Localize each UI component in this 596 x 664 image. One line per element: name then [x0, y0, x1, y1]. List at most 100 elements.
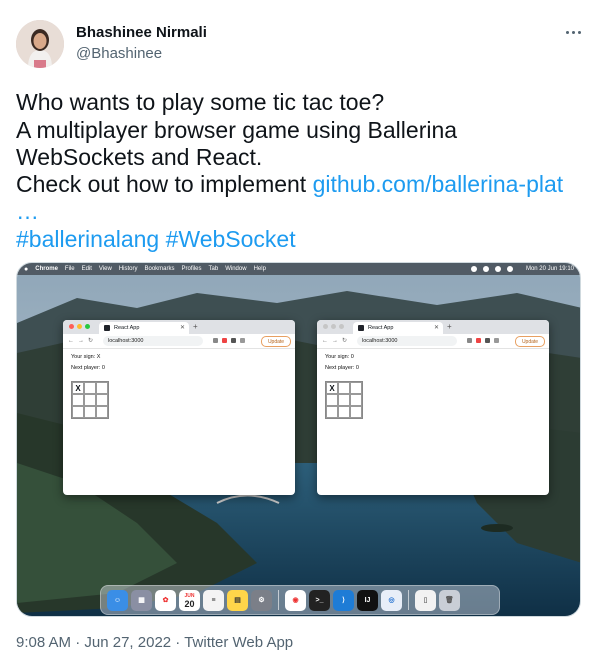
browser-window-1[interactable]: React App ✕ + ←→↻ localhost:3000 Update … [63, 320, 295, 495]
nav-buttons[interactable]: ←→↻ [68, 337, 97, 344]
tweet-line-4: Check out how to implement github.com/ba… [16, 170, 563, 198]
board-cell[interactable]: X [326, 382, 338, 394]
board-cell[interactable] [72, 394, 84, 406]
extensions[interactable] [213, 338, 245, 343]
hashtags: #ballerinalang #WebSocket [16, 225, 296, 253]
tab-react-app[interactable]: React App ✕ [99, 322, 189, 334]
finder-icon[interactable]: ☺ [107, 589, 128, 611]
board-cell[interactable] [326, 406, 338, 418]
menu-history[interactable]: History [119, 266, 138, 272]
photos-icon[interactable]: ✿ [155, 589, 176, 611]
tweet-media[interactable]: ● Chrome File Edit View History Bookmark… [16, 262, 581, 617]
reminders-icon[interactable]: ≡ [203, 589, 224, 611]
browser-window-2[interactable]: React App ✕ + ←→↻ localhost:3000 Update … [317, 320, 549, 495]
board-cell[interactable] [350, 406, 362, 418]
address-bar[interactable]: localhost:3000 [357, 336, 457, 346]
notes-icon[interactable]: ▤ [227, 589, 248, 611]
browser-toolbar: ←→↻ localhost:3000 Update [63, 334, 295, 349]
handle[interactable]: @Bhashinee [76, 45, 162, 62]
wifi-icon[interactable] [494, 266, 501, 272]
tweet-source[interactable]: Twitter Web App [184, 634, 293, 651]
board-cell[interactable] [96, 406, 108, 418]
address-bar[interactable]: localhost:3000 [103, 336, 203, 346]
dock-divider [408, 590, 409, 610]
board-cell[interactable] [96, 394, 108, 406]
update-button[interactable]: Update [515, 336, 545, 347]
board-cell[interactable] [96, 382, 108, 394]
tab-title: React App [368, 325, 394, 331]
menu-view[interactable]: View [99, 266, 112, 272]
board-cell[interactable]: X [72, 382, 84, 394]
hashtag-websocket[interactable]: #WebSocket [166, 226, 296, 252]
tab-react-app[interactable]: React App ✕ [353, 322, 443, 334]
vscode-icon[interactable]: ⟩ [333, 589, 354, 611]
display-name[interactable]: Bhashinee Nirmali [76, 24, 207, 41]
board-cell[interactable] [350, 382, 362, 394]
tic-tac-toe-board: X [325, 381, 363, 419]
close-tab-icon[interactable]: ✕ [434, 324, 439, 331]
board-cell[interactable] [338, 382, 350, 394]
menu-help[interactable]: Help [254, 266, 266, 272]
tab-bar: React App ✕ + [63, 320, 295, 334]
board-cell[interactable] [338, 406, 350, 418]
menu-chrome[interactable]: Chrome [35, 266, 58, 272]
tic-tac-toe-board: X [71, 381, 109, 419]
footer-separator: · [171, 634, 185, 651]
github-link[interactable]: github.com/ballerina-plat [313, 171, 564, 197]
new-tab-icon[interactable]: + [447, 322, 452, 331]
calendar-icon[interactable]: JUN 20 [179, 589, 200, 611]
intellij-icon[interactable]: IJ [357, 589, 378, 611]
dock-divider [278, 590, 279, 610]
tweet-line-2: A multiplayer browser game using Balleri… [16, 117, 458, 143]
menu-file[interactable]: File [65, 266, 75, 272]
your-sign: Your sign: X [71, 354, 101, 360]
page-content: Your sign: 0 Next player: 0 [317, 349, 549, 381]
menu-profiles[interactable]: Profiles [182, 266, 202, 272]
close-tab-icon[interactable]: ✕ [180, 324, 185, 331]
document-icon[interactable]: ▯ [415, 589, 436, 611]
apple-icon[interactable]: ● [24, 266, 28, 273]
tab-bar: React App ✕ + [317, 320, 549, 334]
tweet-date[interactable]: Jun 27, 2022 [84, 634, 171, 651]
menu-edit[interactable]: Edit [82, 266, 92, 272]
new-tab-icon[interactable]: + [193, 322, 198, 331]
menu-window[interactable]: Window [225, 266, 246, 272]
update-button[interactable]: Update [261, 336, 291, 347]
update-label: Update [521, 338, 539, 345]
system-preferences-icon[interactable]: ⚙ [251, 589, 272, 611]
link-ellipsis[interactable]: … [16, 197, 39, 225]
browser-toolbar: ←→↻ localhost:3000 Update [317, 334, 549, 349]
menubar-clock[interactable]: Mon 20 Jun 19:10 [526, 266, 574, 272]
react-favicon-icon [358, 325, 364, 331]
board-cell[interactable] [84, 394, 96, 406]
terminal-icon[interactable]: >_ [309, 589, 330, 611]
launchpad-icon[interactable]: ▦ [131, 589, 152, 611]
hashtag-ballerinalang[interactable]: #ballerinalang [16, 226, 159, 252]
avatar[interactable] [16, 20, 64, 68]
menu-bookmarks[interactable]: Bookmarks [145, 266, 175, 272]
tweet-time[interactable]: 9:08 AM [16, 634, 71, 651]
more-options-icon[interactable] [562, 22, 584, 42]
window-controls[interactable] [323, 324, 344, 329]
trash-icon[interactable]: 🗑 [439, 589, 460, 611]
react-favicon-icon [104, 325, 110, 331]
nav-buttons[interactable]: ←→↻ [322, 337, 351, 344]
chrome-icon[interactable]: ◉ [285, 589, 306, 611]
window-controls[interactable] [69, 324, 90, 329]
board-cell[interactable] [84, 382, 96, 394]
status-icon[interactable] [470, 266, 477, 272]
calendar-day: 20 [184, 599, 195, 609]
board-cell[interactable] [326, 394, 338, 406]
url-text: localhost:3000 [108, 338, 144, 344]
proxyman-icon[interactable]: ◎ [381, 589, 402, 611]
battery-icon[interactable] [506, 266, 513, 272]
status-icon[interactable] [482, 266, 489, 272]
board-cell[interactable] [338, 394, 350, 406]
board-cell[interactable] [350, 394, 362, 406]
mac-menubar: ● Chrome File Edit View History Bookmark… [17, 263, 580, 275]
board-cell[interactable] [84, 406, 96, 418]
extensions[interactable] [467, 338, 499, 343]
board-cell[interactable] [72, 406, 84, 418]
menu-tab[interactable]: Tab [209, 266, 219, 272]
next-player: Next player: 0 [71, 365, 105, 371]
